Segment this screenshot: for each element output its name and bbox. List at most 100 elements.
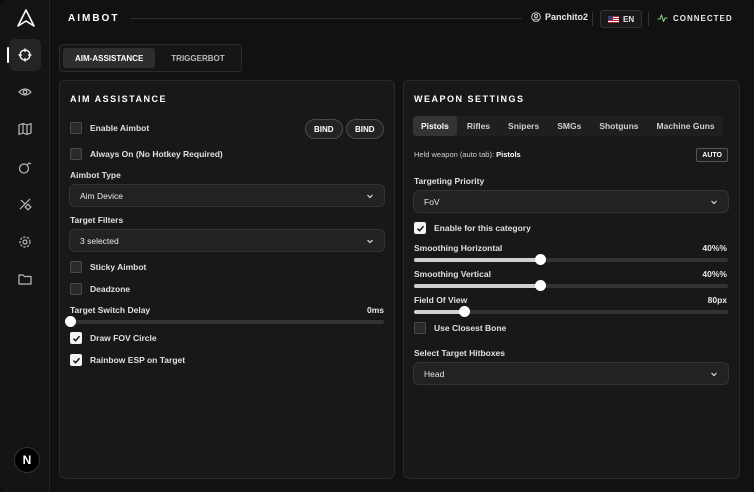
logo-icon [17, 9, 35, 27]
smoothing-v-label: Smoothing Vertical [414, 269, 491, 279]
auto-tab-button[interactable]: AUTO [696, 148, 728, 162]
activity-icon [657, 14, 668, 23]
switch-delay-label: Target Switch Delay [70, 305, 151, 315]
sidebar-item-radar[interactable] [9, 188, 41, 220]
tab-rifles[interactable]: Rifles [459, 116, 498, 136]
smoothing-h-label: Smoothing Horizontal [414, 243, 503, 253]
held-weapon-prefix: Held weapon (auto tab): [414, 150, 497, 159]
chevron-down-icon [367, 194, 373, 199]
smoothing-h-slider[interactable] [414, 254, 728, 265]
checkmark-icon [72, 335, 80, 342]
checkbox-label: Always On (No Hotkey Required) [90, 149, 223, 159]
status-label: CONNECTED [673, 13, 733, 23]
slider-handle[interactable] [534, 254, 546, 265]
select-value: Head [424, 368, 445, 379]
checkbox[interactable] [70, 354, 82, 366]
tab-pistols[interactable]: Pistols [413, 116, 457, 136]
user-profile[interactable]: Panchito2 [531, 12, 588, 22]
aim-assistance-panel: AIM ASSISTANCE Enable Aimbot BIND BIND A… [59, 80, 395, 479]
connection-status: CONNECTED [657, 13, 733, 23]
sidebar-item-map[interactable] [9, 113, 41, 145]
checkbox[interactable] [70, 122, 82, 134]
checkbox-label: Enable for this category [434, 223, 531, 233]
panel-title: WEAPON SETTINGS [414, 94, 525, 104]
mode-tabs: AIM-ASSISTANCE TRIGGERBOT [59, 44, 242, 72]
closest-bone-toggle[interactable]: Use Closest Bone [414, 322, 506, 334]
enable-category-toggle[interactable]: Enable for this category [414, 222, 531, 234]
rainbow-esp-toggle[interactable]: Rainbow ESP on Target [70, 354, 185, 366]
language-selector[interactable]: EN [600, 10, 643, 28]
targeting-priority-select[interactable]: FoV [413, 190, 729, 213]
user-icon [531, 12, 541, 22]
chevron-down-icon [711, 200, 717, 205]
checkbox-label: Use Closest Bone [434, 323, 507, 333]
crosshair-icon [18, 48, 32, 62]
checkbox[interactable] [70, 283, 82, 295]
satellite-icon [19, 198, 32, 211]
checkbox-label: Draw FOV Circle [90, 333, 157, 343]
hitboxes-select[interactable]: Head [413, 362, 729, 385]
slider-handle[interactable] [534, 280, 546, 291]
slider-handle[interactable] [459, 306, 471, 317]
bind-button-secondary[interactable]: BIND [346, 119, 384, 139]
deadzone-toggle[interactable]: Deadzone [70, 283, 130, 295]
checkbox[interactable] [70, 261, 82, 273]
header-separator [592, 12, 593, 26]
checkbox[interactable] [70, 332, 82, 344]
tab-triggerbot[interactable]: TRIGGERBOT [159, 48, 236, 68]
switch-delay-slider[interactable] [65, 316, 384, 327]
always-on-toggle[interactable]: Always On (No Hotkey Required) [70, 148, 223, 160]
held-weapon-info: Held weapon (auto tab): Pistols [414, 150, 521, 159]
sidebar-item-grenade[interactable] [9, 151, 41, 183]
select-value: Aim Device [80, 190, 123, 201]
slider-handle[interactable] [65, 316, 76, 327]
username: Panchito2 [545, 12, 589, 22]
eye-icon [18, 88, 32, 96]
checkbox-label: Enable Aimbot [90, 123, 150, 133]
panel-title: AIM ASSISTANCE [70, 94, 168, 104]
smoothing-v-slider[interactable] [414, 280, 728, 291]
map-icon [18, 122, 32, 136]
aimbot-type-select[interactable]: Aim Device [69, 184, 385, 207]
bind-button-primary[interactable]: BIND [305, 119, 343, 139]
checkmark-icon [72, 357, 80, 364]
header-divider [130, 18, 522, 19]
sidebar: N [0, 0, 50, 492]
app-window: N AIMBOT Panchito2 EN CONNECTED AIM-ASSI… [0, 0, 754, 492]
header: AIMBOT Panchito2 EN CONNECTED [50, 0, 754, 36]
tab-shotguns[interactable]: Shotguns [591, 116, 646, 136]
checkbox-label: Rainbow ESP on Target [90, 355, 186, 365]
checkmark-icon [416, 225, 424, 232]
checkbox[interactable] [70, 148, 82, 160]
sidebar-item-aimbot[interactable] [7, 39, 41, 71]
held-weapon-value: Pistols [496, 150, 521, 159]
target-filters-label: Target Filters [70, 215, 124, 225]
target-filters-select[interactable]: 3 selected [69, 229, 385, 252]
tab-machine-guns[interactable]: Machine Guns [649, 116, 723, 136]
gear-icon [19, 236, 31, 248]
header-separator [648, 12, 649, 26]
select-value: FoV [424, 196, 440, 207]
select-value: 3 selected [80, 235, 119, 246]
avatar[interactable]: N [14, 447, 40, 473]
sidebar-item-visuals[interactable] [9, 76, 41, 108]
folder-icon [18, 274, 32, 285]
tab-snipers[interactable]: Snipers [500, 116, 547, 136]
us-flag-icon [608, 15, 619, 23]
draw-fov-toggle[interactable]: Draw FOV Circle [70, 332, 157, 344]
tab-aim-assistance[interactable]: AIM-ASSISTANCE [63, 48, 156, 68]
tab-smgs[interactable]: SMGs [549, 116, 589, 136]
checkbox[interactable] [414, 322, 426, 334]
chevron-down-icon [367, 239, 373, 244]
fov-value: 80px [707, 295, 727, 305]
chevron-down-icon [711, 372, 717, 377]
enable-aimbot-toggle[interactable]: Enable Aimbot [70, 122, 149, 134]
sticky-aimbot-toggle[interactable]: Sticky Aimbot [70, 261, 146, 273]
weapon-settings-panel: WEAPON SETTINGS Pistols Rifles Snipers S… [403, 80, 740, 479]
sidebar-item-settings[interactable] [9, 226, 41, 258]
sidebar-item-configs[interactable] [9, 263, 41, 295]
fov-label: Field Of View [414, 295, 468, 305]
checkbox[interactable] [414, 222, 426, 234]
page-title: AIMBOT [68, 13, 120, 24]
fov-slider[interactable] [414, 306, 728, 317]
